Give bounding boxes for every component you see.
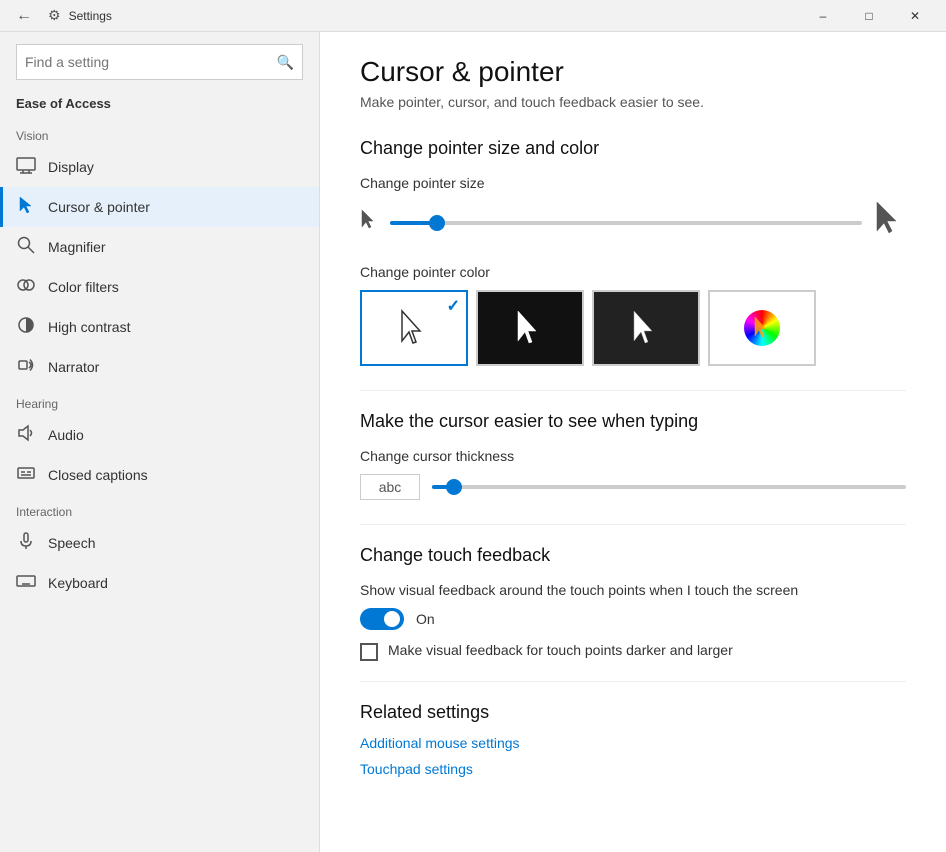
touch-darker-checkbox[interactable] bbox=[360, 643, 378, 661]
page-subtitle: Make pointer, cursor, and touch feedback… bbox=[360, 94, 906, 110]
sidebar-item-highcontrast-label: High contrast bbox=[48, 319, 130, 335]
closed-captions-icon bbox=[16, 463, 36, 488]
interaction-section-label: Interaction bbox=[0, 495, 319, 523]
divider-1 bbox=[360, 390, 906, 391]
narrator-icon bbox=[16, 355, 36, 380]
sidebar-item-audio-label: Audio bbox=[48, 427, 84, 443]
sidebar-item-magnifier-label: Magnifier bbox=[48, 239, 106, 255]
page-title: Cursor & pointer bbox=[360, 56, 906, 88]
pointer-size-slider[interactable] bbox=[390, 221, 862, 225]
cursor-large-icon bbox=[874, 201, 906, 244]
touch-toggle-description: Show visual feedback around the touch po… bbox=[360, 582, 906, 598]
toggle-knob bbox=[384, 611, 400, 627]
hearing-section-label: Hearing bbox=[0, 387, 319, 415]
app-body: 🔍 Ease of Access Vision Display bbox=[0, 32, 946, 852]
additional-mouse-settings-link[interactable]: Additional mouse settings bbox=[360, 735, 906, 751]
cursor-thickness-preview: abc bbox=[360, 474, 420, 500]
title-bar: ← ⚙ Settings – □ ✕ bbox=[0, 0, 946, 32]
color-option-custom[interactable] bbox=[708, 290, 816, 366]
cursor-thickness-slider[interactable] bbox=[432, 485, 906, 489]
sidebar-item-narrator-label: Narrator bbox=[48, 359, 99, 375]
pointer-size-label: Change pointer size bbox=[360, 175, 906, 191]
sidebar-item-color-filters[interactable]: Color filters bbox=[0, 267, 319, 307]
speech-icon bbox=[16, 531, 36, 556]
sidebar-item-colorfilters-label: Color filters bbox=[48, 279, 119, 295]
touch-checkbox-label: Make visual feedback for touch points da… bbox=[388, 642, 733, 658]
sidebar-item-closed-captions[interactable]: Closed captions bbox=[0, 455, 319, 495]
cursor-pointer-icon bbox=[16, 195, 36, 220]
cursor-thickness-label: Change cursor thickness bbox=[360, 448, 906, 464]
sidebar-item-keyboard[interactable]: Keyboard bbox=[0, 563, 319, 603]
sidebar-item-display[interactable]: Display bbox=[0, 147, 319, 187]
color-option-black[interactable] bbox=[476, 290, 584, 366]
sidebar-header: 🔍 bbox=[0, 32, 319, 88]
minimize-button[interactable]: – bbox=[800, 0, 846, 32]
sidebar-item-cursor-label: Cursor & pointer bbox=[48, 199, 150, 215]
display-icon bbox=[16, 155, 36, 180]
window-controls: – □ ✕ bbox=[800, 0, 938, 32]
touchpad-settings-link[interactable]: Touchpad settings bbox=[360, 761, 906, 777]
content-area: Cursor & pointer Make pointer, cursor, a… bbox=[320, 32, 946, 852]
title-bar-title: Settings bbox=[69, 9, 112, 23]
close-button[interactable]: ✕ bbox=[892, 0, 938, 32]
vision-section-label: Vision bbox=[0, 119, 319, 147]
search-box[interactable]: 🔍 bbox=[16, 44, 303, 80]
sidebar-section-label: Ease of Access bbox=[0, 88, 319, 119]
touch-feedback-toggle[interactable] bbox=[360, 608, 404, 630]
sidebar-item-captions-label: Closed captions bbox=[48, 467, 148, 483]
maximize-button[interactable]: □ bbox=[846, 0, 892, 32]
sidebar: 🔍 Ease of Access Vision Display bbox=[0, 32, 320, 852]
color-filters-icon bbox=[16, 275, 36, 300]
sidebar-item-narrator[interactable]: Narrator bbox=[0, 347, 319, 387]
back-button[interactable]: ← bbox=[8, 0, 40, 32]
color-options-row: ✓ bbox=[360, 290, 906, 366]
touch-section-title: Change touch feedback bbox=[360, 545, 906, 566]
divider-2 bbox=[360, 524, 906, 525]
divider-3 bbox=[360, 681, 906, 682]
settings-icon: ⚙ bbox=[48, 7, 61, 24]
cursor-section-title: Make the cursor easier to see when typin… bbox=[360, 411, 906, 432]
pointer-color-label: Change pointer color bbox=[360, 264, 906, 280]
keyboard-icon bbox=[16, 571, 36, 596]
cursor-small-icon bbox=[360, 209, 378, 236]
color-option-inverted[interactable] bbox=[592, 290, 700, 366]
search-icon: 🔍 bbox=[277, 54, 294, 71]
pointer-size-slider-row bbox=[360, 201, 906, 244]
search-input[interactable] bbox=[25, 54, 271, 70]
sidebar-item-keyboard-label: Keyboard bbox=[48, 575, 108, 591]
cursor-thickness-row: abc bbox=[360, 474, 906, 500]
color-option-white[interactable]: ✓ bbox=[360, 290, 468, 366]
sidebar-item-speech-label: Speech bbox=[48, 535, 95, 551]
touch-toggle-state: On bbox=[416, 611, 435, 627]
content-inner: Cursor & pointer Make pointer, cursor, a… bbox=[320, 32, 946, 827]
sidebar-scroll: Vision Display C bbox=[0, 119, 319, 852]
sidebar-item-high-contrast[interactable]: High contrast bbox=[0, 307, 319, 347]
sidebar-item-speech[interactable]: Speech bbox=[0, 523, 319, 563]
touch-checkbox-row: Make visual feedback for touch points da… bbox=[360, 642, 906, 661]
audio-icon bbox=[16, 423, 36, 448]
sidebar-item-display-label: Display bbox=[48, 159, 94, 175]
title-bar-left: ← ⚙ Settings bbox=[8, 0, 112, 32]
sidebar-item-cursor-pointer[interactable]: Cursor & pointer bbox=[0, 187, 319, 227]
sidebar-item-magnifier[interactable]: Magnifier bbox=[0, 227, 319, 267]
related-settings-title: Related settings bbox=[360, 702, 906, 723]
touch-toggle-row: On bbox=[360, 608, 906, 630]
magnifier-icon bbox=[16, 235, 36, 260]
pointer-size-section-title: Change pointer size and color bbox=[360, 138, 906, 159]
high-contrast-icon bbox=[16, 315, 36, 340]
sidebar-item-audio[interactable]: Audio bbox=[0, 415, 319, 455]
